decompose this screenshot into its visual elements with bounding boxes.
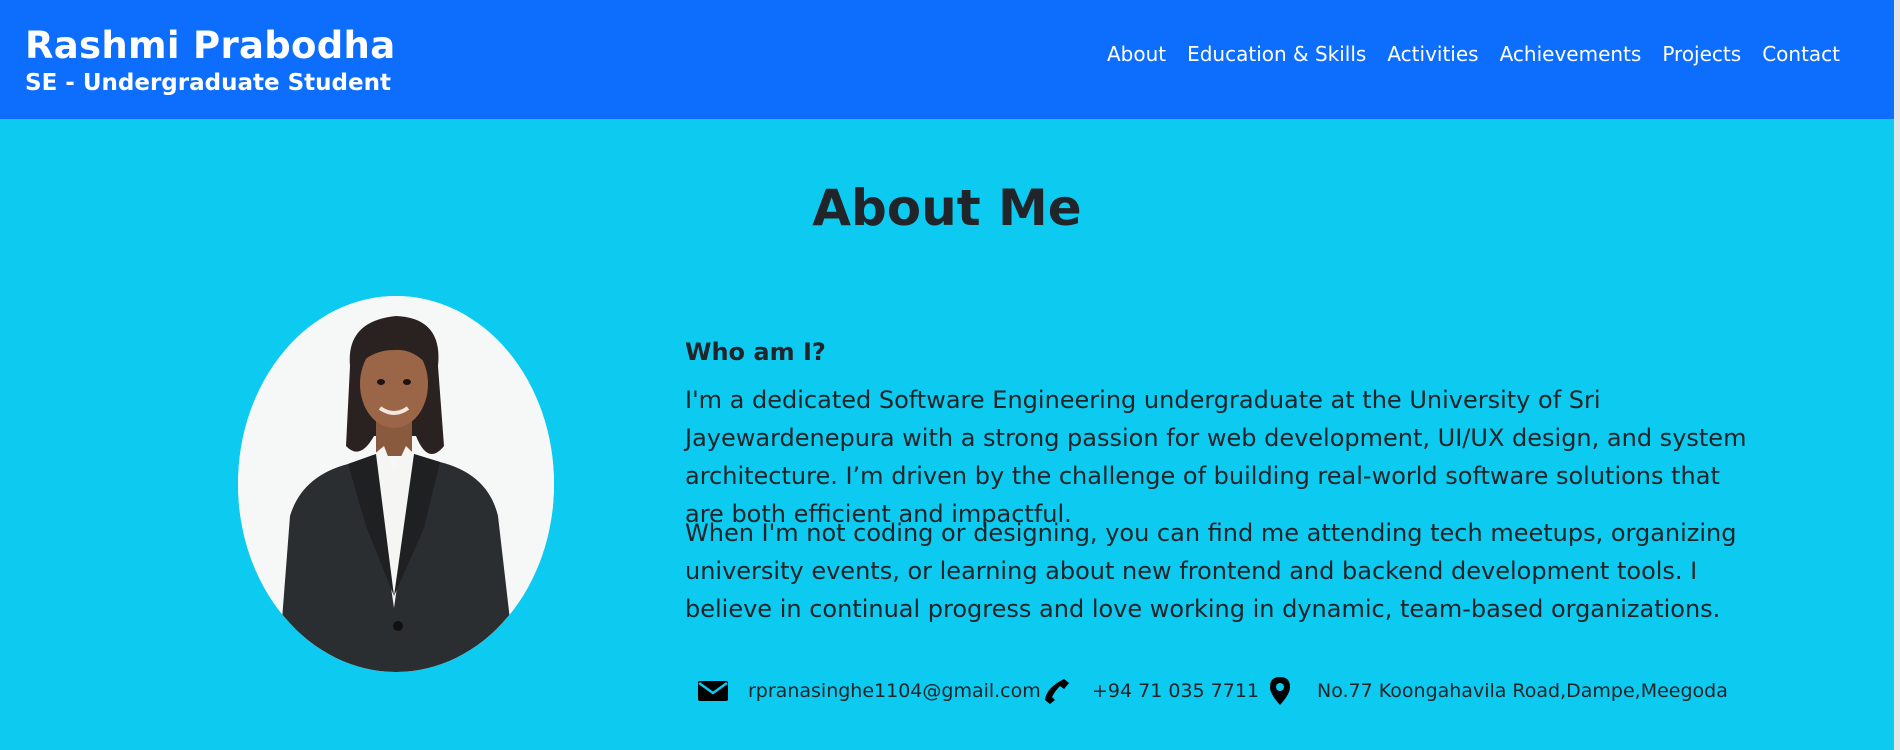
contact-info-row: rpranasinghe1104@gmail.com +94 71 035 77… bbox=[0, 671, 1894, 711]
about-title: About Me bbox=[812, 179, 1082, 237]
nav-link-about[interactable]: About bbox=[1107, 42, 1166, 66]
address-text: No.77 Koongahavila Road,Dampe,Meegoda bbox=[1317, 680, 1728, 702]
brand-name[interactable]: Rashmi Prabodha bbox=[25, 24, 395, 67]
nav-link-education-skills[interactable]: Education & Skills bbox=[1187, 42, 1366, 66]
who-am-i-heading: Who am I? bbox=[685, 338, 826, 366]
map-pin-icon bbox=[1269, 676, 1291, 706]
phone-item[interactable]: +94 71 035 7711 bbox=[1042, 671, 1259, 711]
about-paragraph-2: When I'm not coding or designing, you ca… bbox=[685, 519, 1737, 623]
about-paragraph-1: I'm a dedicated Software Engineering und… bbox=[685, 386, 1747, 528]
brand-subtitle: SE - Undergraduate Student bbox=[25, 70, 391, 96]
email-text[interactable]: rpranasinghe1104@gmail.com bbox=[748, 680, 1041, 702]
nav-link-contact[interactable]: Contact bbox=[1762, 42, 1840, 66]
nav-link-projects[interactable]: Projects bbox=[1662, 42, 1741, 66]
navbar: Rashmi Prabodha SE - Undergraduate Stude… bbox=[0, 0, 1894, 119]
page-scrollbar[interactable] bbox=[1894, 0, 1900, 750]
phone-text[interactable]: +94 71 035 7711 bbox=[1092, 680, 1259, 702]
profile-photo-illustration bbox=[238, 296, 554, 672]
nav-link-achievements[interactable]: Achievements bbox=[1500, 42, 1642, 66]
phone-icon bbox=[1042, 677, 1070, 705]
nav-link-activities[interactable]: Activities bbox=[1387, 42, 1478, 66]
email-item[interactable]: rpranasinghe1104@gmail.com bbox=[697, 671, 1041, 711]
nav-links: About Education & Skills Activities Achi… bbox=[1107, 42, 1840, 66]
envelope-icon bbox=[697, 679, 729, 703]
about-section: About Me Who am I? I'm a dedicated Softw… bbox=[0, 119, 1894, 750]
profile-photo bbox=[238, 296, 554, 672]
address-item: No.77 Koongahavila Road,Dampe,Meegoda bbox=[1269, 671, 1728, 711]
